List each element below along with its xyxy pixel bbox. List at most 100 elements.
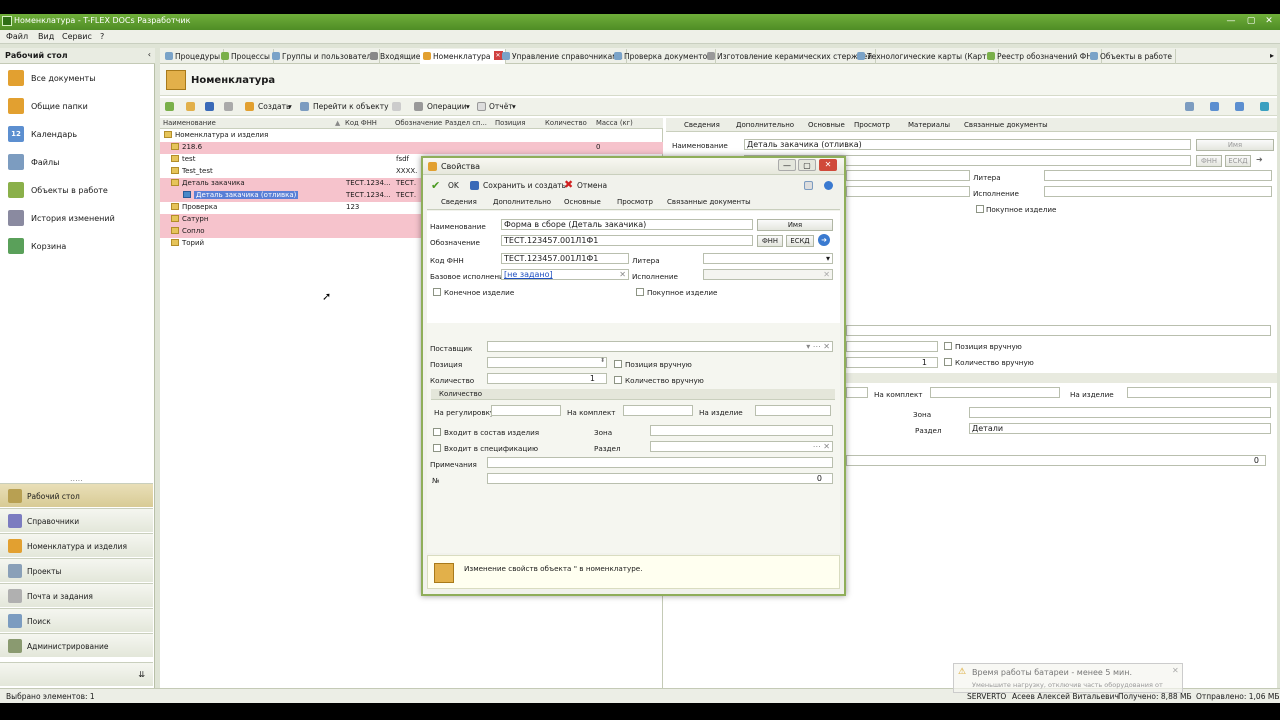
dtab-main[interactable]: Основные <box>564 198 601 206</box>
close-icon[interactable]: ✕ <box>1259 15 1279 28</box>
d-kompl-field[interactable] <box>623 405 693 416</box>
d-konech-checkbox[interactable] <box>433 288 441 296</box>
goto-icon[interactable] <box>300 102 309 111</box>
info-icon[interactable]: ➜ <box>818 234 830 246</box>
right-litera-field[interactable] <box>1044 170 1272 181</box>
ptab-view[interactable]: Просмотр <box>854 121 890 129</box>
ptab-main[interactable]: Основные <box>808 121 845 129</box>
right-pokupnoe-checkbox[interactable] <box>976 205 984 213</box>
right-komplekt-field[interactable] <box>930 387 1060 398</box>
dtab-extra[interactable]: Дополнительно <box>493 198 551 206</box>
report-icon[interactable] <box>477 102 486 111</box>
dtab-view[interactable]: Просмотр <box>617 198 653 206</box>
operations-icon[interactable] <box>414 102 423 111</box>
menu-view[interactable]: Вид <box>38 32 54 41</box>
right-ispolnenie-field[interactable] <box>1044 186 1272 197</box>
d-fnn-button[interactable]: ФНН <box>757 235 783 247</box>
d-obozn-field[interactable]: ТЕСТ.123457.001Л1Ф1 <box>501 235 753 246</box>
right-poz-field[interactable] <box>846 341 938 352</box>
d-kol-checkbox[interactable] <box>614 376 622 384</box>
col-razdel[interactable]: Раздел сп... <box>445 119 487 127</box>
tab-ref-management[interactable]: Управление справочниками <box>499 49 627 64</box>
layout-icon[interactable] <box>1210 102 1219 111</box>
col-massa[interactable]: Масса (кг) <box>596 119 633 127</box>
d-poz-checkbox[interactable] <box>614 360 622 368</box>
menu-help[interactable]: ? <box>100 32 104 41</box>
d-name-field[interactable]: Форма в сборе (Деталь закачика) <box>501 219 753 230</box>
right-zona-field[interactable] <box>969 407 1271 418</box>
save-create-button[interactable]: Сохранить и создать <box>483 181 566 190</box>
window-icon[interactable] <box>1235 102 1244 111</box>
clear-icon[interactable]: ✕ <box>823 270 830 279</box>
right-supplier-field[interactable] <box>846 325 1271 336</box>
col-name[interactable]: Наименование <box>163 119 216 127</box>
nav-nomenclature[interactable]: Номенклатура и изделия <box>0 533 153 557</box>
tab-procedures[interactable]: Процедуры <box>162 49 225 64</box>
col-kol[interactable]: Количество <box>545 119 587 127</box>
tab-groups[interactable]: Группы и пользователи <box>269 49 381 64</box>
tab-tech-cards[interactable]: Технологические карты (Карты) <box>854 49 1000 64</box>
dialog-minimize-icon[interactable]: — <box>778 159 796 171</box>
right-name-button[interactable]: Имя <box>1196 139 1274 151</box>
d-postav-field[interactable]: ▾ ⋯ ✕ <box>487 341 833 352</box>
report-button[interactable]: Отчёт <box>489 102 513 111</box>
d-kol-field[interactable]: 1 <box>487 373 607 384</box>
tab-ceramic[interactable]: Изготовление керамических стержней <box>704 49 877 64</box>
nav-desktop[interactable]: Рабочий стол <box>0 483 153 507</box>
d-zona-field[interactable] <box>650 425 833 436</box>
report-dropdown-icon[interactable]: ▾ <box>512 102 516 111</box>
info-icon[interactable]: ➜ <box>1256 155 1263 164</box>
arrow-right-icon[interactable] <box>824 181 833 190</box>
spinner-icon[interactable]: ⬍ <box>600 357 605 364</box>
col-poz[interactable]: Позиция <box>495 119 525 127</box>
clear-icon[interactable]: ✕ <box>619 270 626 279</box>
sidebar-item-history[interactable]: История изменений <box>6 208 151 230</box>
sidebar-item-shared[interactable]: Общие папки <box>6 96 151 118</box>
page-icon[interactable] <box>804 181 813 190</box>
right-eskd-button[interactable]: ЕСКД <box>1225 155 1251 167</box>
d-razdel-field[interactable]: ⋯ ✕ <box>650 441 833 452</box>
refresh-icon[interactable] <box>165 102 174 111</box>
ptab-related[interactable]: Связанные документы <box>964 121 1048 129</box>
right-kol-checkbox[interactable] <box>944 358 952 366</box>
d-litera-field[interactable]: ▾ <box>703 253 833 264</box>
col-obozn[interactable]: Обозначение <box>395 119 442 127</box>
sidebar-item-trash[interactable]: Корзина <box>6 236 151 258</box>
dialog-maximize-icon[interactable]: ▢ <box>798 159 816 171</box>
cancel-icon[interactable]: ✖ <box>564 178 573 191</box>
print-icon[interactable] <box>224 102 233 111</box>
tab-processes[interactable]: Процессы <box>218 49 274 64</box>
ptab-info[interactable]: Сведения <box>684 121 720 129</box>
d-base-field[interactable]: [не задано] ✕ <box>501 269 629 280</box>
splitter-handle[interactable]: ..... <box>70 474 83 483</box>
ptab-extra[interactable]: Дополнительно <box>736 121 794 129</box>
operations-dropdown-icon[interactable]: ▾ <box>466 102 470 111</box>
d-num-field[interactable]: 0 <box>487 473 833 484</box>
save-icon[interactable] <box>470 181 479 190</box>
sidebar-item-in-work[interactable]: Объекты в работе <box>6 180 151 202</box>
create-icon[interactable] <box>245 102 254 111</box>
nav-projects[interactable]: Проекты <box>0 558 153 582</box>
tab-inbox[interactable]: Входящие <box>367 49 425 64</box>
sync-icon[interactable] <box>1260 102 1269 111</box>
right-fnn-button[interactable]: ФНН <box>1196 155 1222 167</box>
tab-in-work[interactable]: Объекты в работе <box>1087 49 1177 64</box>
d-prim-field[interactable] <box>487 457 833 468</box>
right-num-field[interactable]: 0 <box>846 455 1266 466</box>
goto-object-button[interactable]: Перейти к объекту <box>313 102 389 111</box>
dtab-info[interactable]: Сведения <box>441 198 477 206</box>
d-ispoln-field[interactable]: ✕ <box>703 269 833 280</box>
tab-nomenclature[interactable]: Номенклатура ✕ <box>420 49 506 64</box>
battery-toast[interactable]: ⚠ Время работы батареи - менее 5 мин. ✕ … <box>953 663 1183 693</box>
sidebar-item-files[interactable]: Файлы <box>6 152 151 174</box>
maximize-icon[interactable]: ▢ <box>1241 15 1261 28</box>
folder-up-icon[interactable] <box>186 102 195 111</box>
col-kod[interactable]: Код ФНН <box>345 119 377 127</box>
ptab-materials[interactable]: Материалы <box>908 121 950 129</box>
d-spec-checkbox[interactable] <box>433 444 441 452</box>
dtab-related[interactable]: Связанные документы <box>667 198 751 206</box>
nav-search[interactable]: Поиск <box>0 608 153 632</box>
clear-icon[interactable]: ⋯ ✕ <box>813 442 830 451</box>
tab-fnn-registry[interactable]: Реестр обозначений ФНН <box>984 49 1102 64</box>
menu-file[interactable]: Файл <box>6 32 28 41</box>
